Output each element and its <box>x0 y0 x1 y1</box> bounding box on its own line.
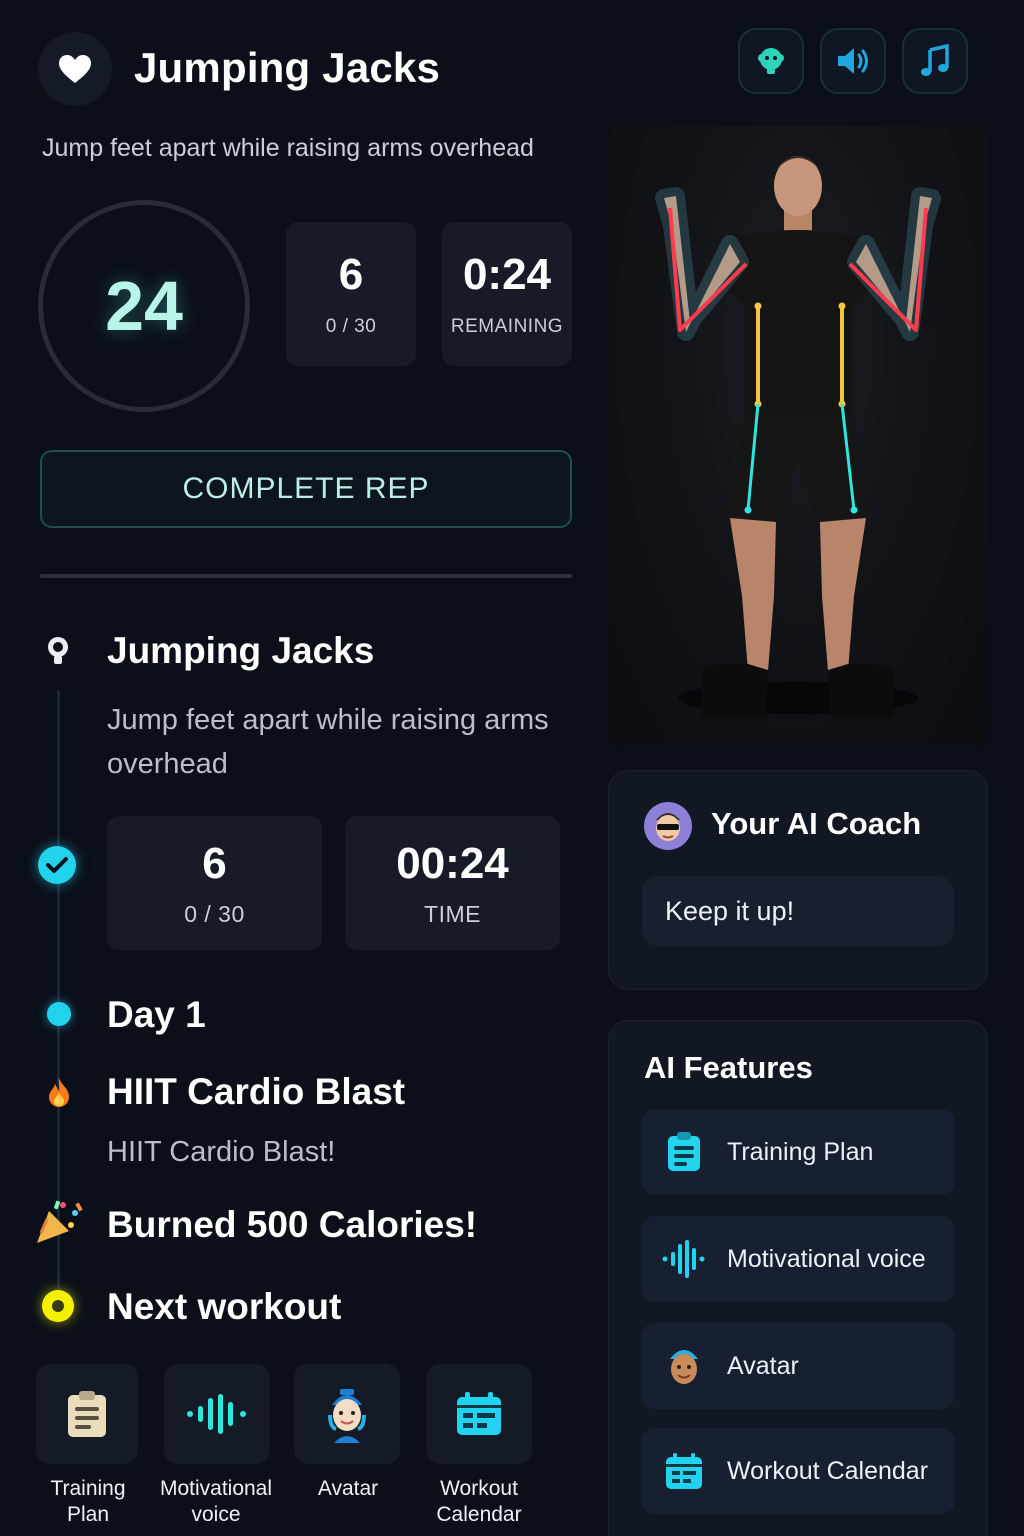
timeline-achievement: Burned 500 Calories! <box>107 1204 478 1245</box>
feature-motivational-voice-label: Motivational voice <box>727 1244 926 1273</box>
avatar-icon <box>328 1389 366 1443</box>
person-pose-figure <box>655 156 941 718</box>
tile-avatar-label: Avatar <box>317 1477 379 1500</box>
timeline-reps-value: 6 <box>202 838 227 888</box>
feature-training-plan[interactable]: Training Plan <box>641 1109 955 1195</box>
timeline-next-workout: Next workout <box>107 1286 342 1327</box>
check-circle-icon <box>38 846 76 884</box>
heart-icon <box>59 55 91 83</box>
next-workout-icon <box>42 1290 74 1322</box>
timeline-day-title: Day 1 <box>107 994 206 1035</box>
complete-rep-button[interactable]: COMPLETE REP <box>40 450 572 528</box>
timeline-reps-label: 0 / 30 <box>184 900 245 927</box>
timeline-time-value: 00:24 <box>396 838 509 888</box>
feature-workout-calendar[interactable]: Workout Calendar <box>641 1428 955 1514</box>
tile-workout-calendar-label: Workout Calendar <box>436 1477 522 1526</box>
music-icon <box>921 44 949 76</box>
reps-stat-label: 0 / 30 <box>325 316 377 337</box>
remaining-stat-card: 0:24 REMAINING <box>442 222 572 366</box>
tile-motivational-voice[interactable] <box>164 1364 270 1464</box>
coach-face-icon <box>656 813 680 841</box>
tile-motivational-voice-label: Motivational voice <box>159 1477 273 1526</box>
reps-stat-value: 6 <box>338 250 364 299</box>
sound-button[interactable] <box>820 28 886 94</box>
timeline-dot <box>47 1002 71 1026</box>
coach-message: Keep it up! <box>642 876 954 946</box>
timeline-reps-card: 6 0 / 30 <box>107 816 322 950</box>
location-pin-icon <box>42 634 74 670</box>
reps-stat-card: 6 0 / 30 <box>286 222 416 366</box>
tile-workout-calendar[interactable] <box>426 1364 532 1464</box>
timeline-time-label: TIME <box>424 900 481 927</box>
voice-wave-icon <box>187 1394 246 1434</box>
voice-wave-icon <box>662 1240 705 1278</box>
coach-avatar <box>644 802 692 850</box>
avatar-toggle-icon <box>758 48 784 74</box>
pose-tracking-view <box>608 126 988 746</box>
exercise-subtitle: Jump feet apart while raising arms overh… <box>42 134 534 162</box>
calendar-icon <box>666 1453 702 1489</box>
feature-avatar[interactable]: Avatar <box>641 1323 955 1409</box>
feature-motivational-voice[interactable]: Motivational voice <box>641 1216 955 1302</box>
feature-training-plan-label: Training Plan <box>727 1137 874 1166</box>
favorite-button[interactable] <box>38 32 112 106</box>
tile-training-plan-label: Training Plan <box>50 1477 126 1526</box>
ai-features-title: AI Features <box>644 1050 813 1085</box>
tile-avatar[interactable] <box>294 1364 400 1464</box>
timeline-workout-title: HIIT Cardio Blast <box>107 1071 406 1112</box>
timeline-time-card: 00:24 TIME <box>345 816 560 950</box>
fire-icon <box>44 1074 74 1110</box>
section-divider <box>40 574 572 578</box>
timeline-workout-text: HIIT Cardio Blast! <box>107 1136 336 1168</box>
remaining-stat-label: REMAINING <box>450 316 564 337</box>
avatar-toggle-button[interactable] <box>738 28 804 94</box>
rep-counter-value: 24 <box>105 267 183 345</box>
timeline-exercise-description: Jump feet apart while raising arms overh… <box>107 704 549 780</box>
feature-workout-calendar-label: Workout Calendar <box>727 1456 929 1485</box>
tile-training-plan[interactable] <box>36 1364 138 1464</box>
coach-title: Your AI Coach <box>711 806 922 841</box>
timeline-exercise-title: Jumping Jacks <box>107 630 375 671</box>
speaker-icon <box>838 48 868 74</box>
feature-avatar-label: Avatar <box>727 1351 799 1380</box>
clipboard-icon <box>668 1132 700 1171</box>
clipboard-icon <box>68 1391 106 1437</box>
page-title: Jumping Jacks <box>134 44 441 91</box>
party-popper-icon <box>32 1196 84 1248</box>
calendar-icon <box>457 1392 501 1435</box>
rep-counter-ring: 24 <box>38 200 250 412</box>
avatar-icon <box>670 1350 698 1384</box>
remaining-stat-value: 0:24 <box>462 250 552 299</box>
music-button[interactable] <box>902 28 968 94</box>
